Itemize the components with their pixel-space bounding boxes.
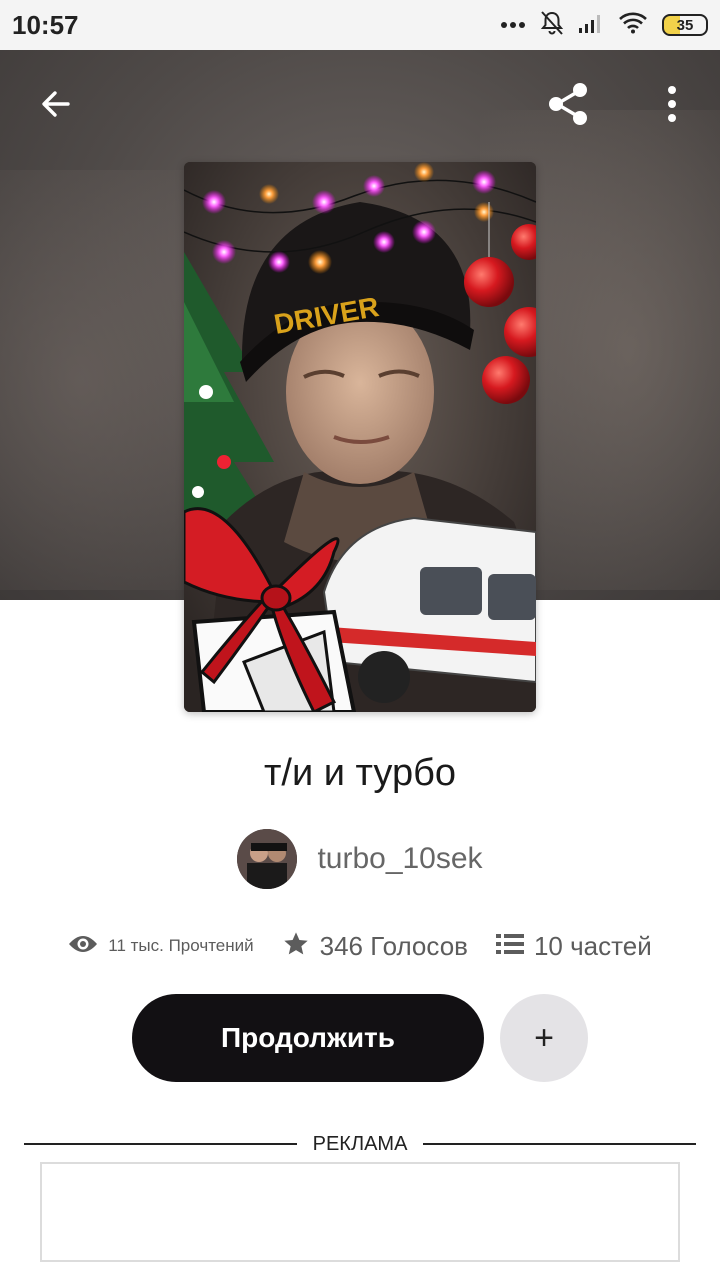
ad-header: РЕКЛАМА: [24, 1130, 697, 1158]
more-dots-icon: [500, 16, 526, 34]
parts-stat: 10 частей: [495, 930, 652, 962]
ad-slot[interactable]: [40, 1162, 680, 1262]
parts-count: 10 частей: [533, 930, 652, 961]
votes-count: 346 Голосов: [319, 930, 468, 961]
overflow-menu-button[interactable]: [644, 78, 700, 134]
votes-stat: 346 Голосов: [282, 930, 468, 963]
wifi-icon: [618, 12, 648, 39]
add-to-library-button[interactable]: +: [500, 994, 588, 1082]
battery-icon: 35: [662, 14, 708, 36]
reads-stat: 11 тыс. Прочтений: [68, 934, 254, 959]
plus-icon: +: [534, 1018, 554, 1057]
eye-icon: [68, 934, 98, 959]
share-icon: [543, 79, 593, 134]
back-button[interactable]: [28, 78, 84, 134]
bell-muted-icon: [540, 10, 564, 41]
ad-divider-left: [24, 1143, 297, 1145]
star-icon: [282, 930, 310, 963]
ad-label: РЕКЛАМА: [312, 1132, 408, 1155]
list-icon: [495, 932, 524, 961]
story-title: т/и и турбо: [264, 752, 456, 794]
status-icons: 35: [500, 10, 708, 40]
reads-count: 11 тыс. Прочтений: [108, 936, 254, 955]
status-bar: 10:57 35: [0, 0, 720, 50]
continue-reading-button[interactable]: Продолжить: [132, 994, 484, 1082]
share-button[interactable]: [540, 78, 596, 134]
arrow-left-icon: [38, 86, 74, 127]
story-stats: 11 тыс. Прочтений 346 Голосов 10 частей: [0, 920, 720, 972]
cover-illustration: DRIVER: [184, 162, 536, 712]
author-row[interactable]: turbo_10sek: [0, 826, 720, 892]
story-cover[interactable]: DRIVER: [184, 162, 536, 712]
author-avatar[interactable]: [237, 829, 298, 889]
ad-divider-right: [423, 1143, 697, 1145]
battery-level: 35: [676, 16, 694, 34]
more-vertical-icon: [666, 85, 678, 127]
signal-icon: [578, 12, 604, 39]
author-name[interactable]: turbo_10sek: [317, 842, 482, 876]
status-time: 10:57: [12, 10, 79, 40]
